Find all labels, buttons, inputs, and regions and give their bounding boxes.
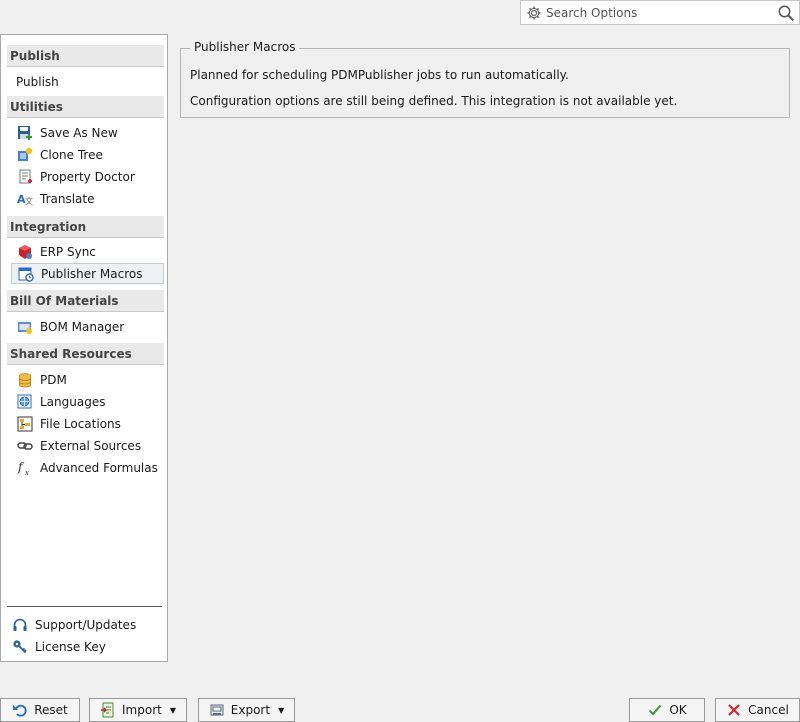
sidebar-item-label: Property Doctor	[40, 169, 135, 184]
sidebar-item-advanced-formulas[interactable]: fx Advanced Formulas	[11, 457, 164, 478]
groupbox-title: Publisher Macros	[190, 40, 300, 54]
sidebar-item-label: Languages	[40, 394, 106, 409]
sidebar-item-label: License Key	[35, 639, 106, 654]
sidebar-item-support-updates[interactable]: Support/Updates	[6, 614, 159, 635]
svg-text:文: 文	[25, 196, 33, 206]
publisher-macros-icon	[17, 265, 35, 283]
sidebar-item-label: Advanced Formulas	[40, 460, 158, 475]
sidebar-item-languages[interactable]: Languages	[11, 391, 164, 412]
ok-button[interactable]: OK	[629, 698, 705, 722]
undo-icon	[12, 702, 28, 718]
sidebar-item-property-doctor[interactable]: Property Doctor	[11, 166, 164, 187]
sidebar-item-external-sources[interactable]: External Sources	[11, 435, 164, 456]
sidebar-item-file-locations[interactable]: File Locations	[11, 413, 164, 434]
description-text: Planned for scheduling PDMPublisher jobs…	[190, 68, 569, 82]
sidebar-item-label: Publish	[16, 74, 59, 89]
svg-text:f: f	[17, 460, 25, 474]
import-icon	[100, 702, 116, 718]
function-icon: fx	[16, 459, 34, 477]
clone-tree-icon	[16, 146, 34, 164]
sidebar-item-license-key[interactable]: License Key	[6, 636, 159, 657]
export-label: Export	[230, 703, 271, 717]
link-icon	[16, 437, 34, 455]
sidebar-item-label: Support/Updates	[35, 617, 137, 632]
globe-icon	[16, 393, 34, 411]
erp-sync-icon	[16, 243, 34, 261]
sidebar-item-clone-tree[interactable]: Clone Tree	[11, 144, 164, 165]
group-header-utilities: Utilities	[7, 96, 164, 118]
translate-icon: A文	[16, 190, 34, 208]
cancel-button[interactable]: Cancel	[715, 698, 800, 722]
group-header-publish: Publish	[7, 45, 164, 67]
sidebar-item-publisher-macros[interactable]: Publisher Macros	[11, 263, 164, 284]
key-icon	[11, 638, 29, 656]
sidebar-item-label: File Locations	[40, 416, 121, 431]
sidebar-item-label: Clone Tree	[40, 147, 103, 162]
publisher-macros-groupbox: Publisher Macros Planned for scheduling …	[180, 40, 790, 118]
sidebar-item-label: Translate	[40, 191, 95, 206]
import-label: Import	[122, 703, 162, 717]
search-input[interactable]	[544, 2, 775, 23]
database-icon	[16, 371, 34, 389]
sidebar-item-label: BOM Manager	[40, 319, 125, 334]
svg-text:x: x	[25, 469, 29, 476]
chevron-down-icon: ▼	[278, 705, 285, 715]
sidebar-item-pdm[interactable]: PDM	[11, 369, 164, 390]
export-button[interactable]: Export ▼	[198, 698, 295, 722]
checkmark-icon	[647, 702, 663, 718]
folder-tree-icon	[16, 415, 34, 433]
sidebar-item-label: ERP Sync	[40, 244, 96, 259]
gear-icon	[524, 3, 544, 23]
ok-label: OK	[669, 703, 687, 717]
status-text: Configuration options are still being de…	[190, 94, 678, 108]
sidebar-item-publish[interactable]: Publish	[11, 71, 164, 92]
sidebar-item-label: External Sources	[40, 438, 142, 453]
sidebar-item-label: Publisher Macros	[41, 266, 143, 281]
sidebar-item-save-as-new[interactable]: Save As New	[11, 122, 164, 143]
search-icon[interactable]	[775, 2, 797, 24]
save-as-new-icon	[16, 124, 34, 142]
cancel-label: Cancel	[748, 703, 789, 717]
import-button[interactable]: Import ▼	[89, 698, 187, 722]
reset-button[interactable]: Reset	[0, 698, 80, 722]
property-doctor-icon	[16, 168, 34, 186]
sidebar-item-erp-sync[interactable]: ERP Sync	[11, 241, 164, 262]
reset-label: Reset	[34, 703, 68, 717]
sidebar-item-translate[interactable]: A文 Translate	[11, 188, 164, 209]
sidebar-item-bom-manager[interactable]: BOM Manager	[11, 316, 164, 337]
sidebar-item-label: Save As New	[40, 125, 118, 140]
chevron-down-icon: ▼	[169, 705, 176, 715]
group-header-bill-of-materials: Bill Of Materials	[7, 290, 164, 312]
export-icon	[209, 702, 225, 718]
group-header-integration: Integration	[7, 216, 164, 238]
bom-manager-icon	[16, 318, 34, 336]
headset-icon	[11, 616, 29, 634]
search-box[interactable]	[520, 0, 800, 25]
close-icon	[726, 702, 742, 718]
sidebar: Publish Publish Utilities Save As New Cl…	[0, 34, 168, 662]
sidebar-item-label: PDM	[40, 372, 67, 387]
group-header-shared-resources: Shared Resources	[7, 343, 164, 365]
sidebar-divider	[7, 606, 162, 607]
